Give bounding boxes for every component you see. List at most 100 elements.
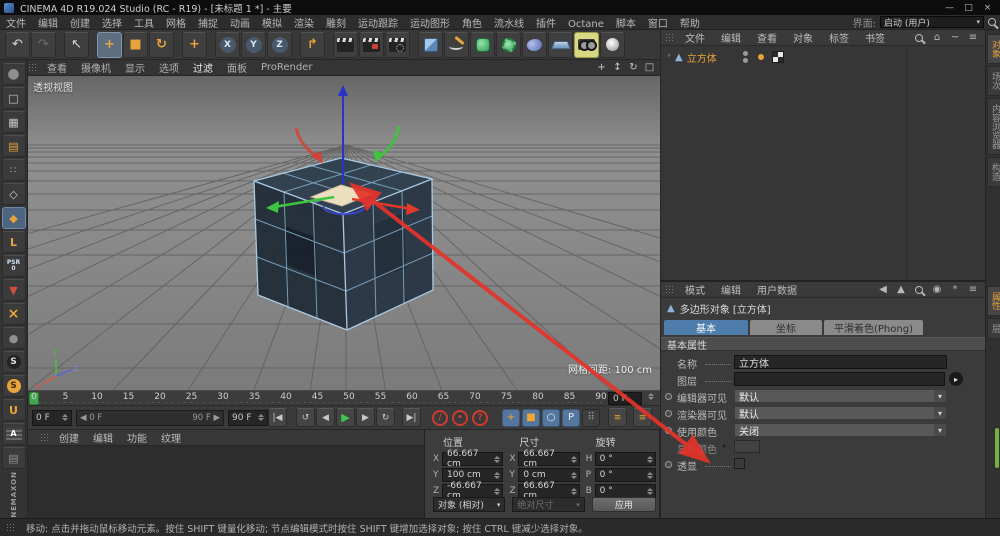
visibility-dots-icon[interactable]: [742, 51, 748, 63]
coordinate-field-位置-Z[interactable]: -66.667 cm: [442, 481, 504, 501]
coordinate-field-尺寸-X[interactable]: 66.667 cm: [518, 449, 580, 469]
polygons-mode-icon[interactable]: ◆: [1, 207, 26, 229]
coordinate-field-旋转-P[interactable]: 0 °: [594, 468, 656, 482]
vertical-tab-属性[interactable]: 属性: [987, 286, 1000, 316]
tab-基本[interactable]: 基本: [664, 320, 748, 335]
material-menu-纹理[interactable]: 纹理: [154, 430, 188, 445]
menu-item-运动跟踪[interactable]: 运动跟踪: [352, 19, 404, 30]
spinner-icon[interactable]: [570, 471, 577, 479]
minimize-button[interactable]: —: [941, 2, 958, 14]
spinner-icon[interactable]: [494, 487, 501, 495]
coordinate-field-尺寸-Z[interactable]: 66.667 cm: [518, 481, 580, 501]
apply-button[interactable]: 应用: [591, 497, 656, 512]
history-up-icon[interactable]: ▲: [895, 284, 907, 296]
floor-icon[interactable]: [548, 31, 573, 58]
vertical-tab-内容浏览器[interactable]: 内容浏览器: [987, 98, 1000, 155]
coordinate-field-尺寸-Y[interactable]: 0 cm: [518, 468, 580, 482]
keyframe-circle-icon[interactable]: [665, 461, 672, 468]
workplane-mode-icon[interactable]: ▤: [1, 135, 26, 157]
pan-view-icon[interactable]: +: [595, 61, 608, 74]
coordinate-field-旋转-B[interactable]: 0 °: [594, 484, 656, 498]
spinner-icon[interactable]: [570, 455, 577, 463]
spinner-icon[interactable]: [646, 471, 653, 479]
menu-item-插件[interactable]: 插件: [530, 19, 562, 30]
viewport-canvas[interactable]: Y z x: [28, 76, 660, 390]
viewport-menu-查看[interactable]: 查看: [40, 60, 74, 75]
spinner-icon[interactable]: [494, 455, 501, 463]
planar-workplane-icon[interactable]: ▤: [1, 447, 26, 469]
enable-axis-icon[interactable]: L: [1, 231, 26, 253]
tab-坐标[interactable]: 坐标: [750, 320, 822, 335]
menu-item-选择[interactable]: 选择: [96, 19, 128, 30]
section-header[interactable]: 基本属性: [661, 337, 985, 352]
menu-item-流水线[interactable]: 流水线: [488, 19, 530, 30]
menu-item-窗口[interactable]: 窗口: [642, 19, 674, 30]
object-row[interactable]: ° ▲ 立方体: [661, 49, 985, 65]
rotate-view-icon[interactable]: ↻: [627, 61, 640, 74]
menu-item-动画[interactable]: 动画: [224, 19, 256, 30]
keyframe-circle-icon[interactable]: [665, 410, 672, 417]
psr-quantize-icon[interactable]: PSR 0: [1, 255, 26, 277]
coordinate-mode-dropdown[interactable]: 对象 (相对) ▾: [433, 497, 506, 512]
viewport-menu-面板[interactable]: 面板: [220, 60, 254, 75]
path-icon[interactable]: ~: [949, 32, 961, 44]
phong-tag-icon[interactable]: [757, 54, 764, 60]
spinner-icon[interactable]: [494, 471, 501, 479]
panel-menu-icon[interactable]: ≡: [967, 284, 979, 296]
texture-mode-icon[interactable]: ▦: [1, 111, 26, 133]
cube-primitive-icon[interactable]: [418, 31, 443, 58]
material-menu-创建[interactable]: 创建: [52, 430, 86, 445]
viewport-solo-icon[interactable]: ▼: [1, 279, 26, 301]
record-rotation-toggle[interactable]: ○: [542, 408, 560, 427]
last-tool-icon[interactable]: +: [182, 31, 207, 58]
menu-item-模拟[interactable]: 模拟: [256, 19, 288, 30]
spinner-icon[interactable]: [258, 414, 264, 421]
frame-range-slider[interactable]: ◀ 0 F 90 F ▶: [76, 409, 224, 426]
menu-item-创建[interactable]: 创建: [64, 19, 96, 30]
layer-picker-button[interactable]: ▸: [949, 372, 963, 386]
close-button[interactable]: ×: [979, 2, 996, 14]
go-to-start-button[interactable]: |◀: [268, 408, 287, 427]
menu-item-Octane[interactable]: Octane: [562, 19, 610, 30]
search-icon[interactable]: [988, 18, 996, 26]
magnet-icon[interactable]: U: [1, 399, 26, 421]
menu-item-编辑[interactable]: 编辑: [32, 19, 64, 30]
uvw-tag-icon[interactable]: [771, 51, 784, 63]
panel-menu-icon[interactable]: ≡: [967, 32, 979, 44]
rotate-tool-icon[interactable]: ↻: [149, 31, 174, 58]
object-manager-menu-对象[interactable]: 对象: [785, 30, 821, 45]
panel-grip-icon[interactable]: [665, 32, 673, 43]
zoom-view-icon[interactable]: ↕: [611, 61, 624, 74]
spinner-icon[interactable]: [62, 414, 68, 421]
menu-item-脚本[interactable]: 脚本: [610, 19, 642, 30]
lock-icon[interactable]: ◉: [931, 284, 943, 296]
model-mode-icon[interactable]: □: [1, 87, 26, 109]
previous-frame-button[interactable]: ◀: [316, 408, 335, 427]
modeling-tools-icon[interactable]: [496, 31, 521, 58]
object-manager-menu-标签[interactable]: 标签: [821, 30, 857, 45]
end-frame-field[interactable]: 90 F: [228, 409, 268, 426]
object-manager-menu-书签[interactable]: 书签: [857, 30, 893, 45]
next-frame-button[interactable]: ▶: [356, 408, 375, 427]
layer-field[interactable]: [734, 372, 945, 386]
object-manager-menu-文件[interactable]: 文件: [677, 30, 713, 45]
vertical-tab-场次[interactable]: 场次: [987, 66, 1000, 96]
y-axis-lock-icon[interactable]: Y: [241, 31, 266, 58]
undo-icon[interactable]: ↶: [5, 31, 30, 58]
home-icon[interactable]: ⌂: [931, 32, 943, 44]
viewport-3d[interactable]: 透视视图 网格间距: 100 cm Y z x: [28, 76, 660, 390]
tab-平滑着色(Phong)[interactable]: 平滑着色(Phong): [824, 320, 923, 335]
timeline-ruler[interactable]: 0 5 10 15 20 25 30 35 40 45 50 55 60 65 70 75 80 85 90 0 F: [28, 390, 660, 406]
play-button[interactable]: ▶: [336, 408, 355, 427]
toggle-view-icon[interactable]: □: [643, 61, 656, 74]
record-position-toggle[interactable]: +: [502, 408, 520, 427]
render-picture-viewer-icon[interactable]: [359, 31, 384, 58]
keyframe-circle-icon[interactable]: [665, 393, 672, 400]
viewport-menu-ProRender[interactable]: ProRender: [254, 62, 319, 73]
menu-item-角色[interactable]: 角色: [456, 19, 488, 30]
history-back-icon[interactable]: ◀: [877, 284, 889, 296]
menu-item-捕捉[interactable]: 捕捉: [192, 19, 224, 30]
snap-icon[interactable]: ×: [1, 303, 26, 325]
view-label[interactable]: 透视视图: [33, 79, 73, 94]
mouse-interaction-icon[interactable]: ●: [1, 327, 26, 349]
